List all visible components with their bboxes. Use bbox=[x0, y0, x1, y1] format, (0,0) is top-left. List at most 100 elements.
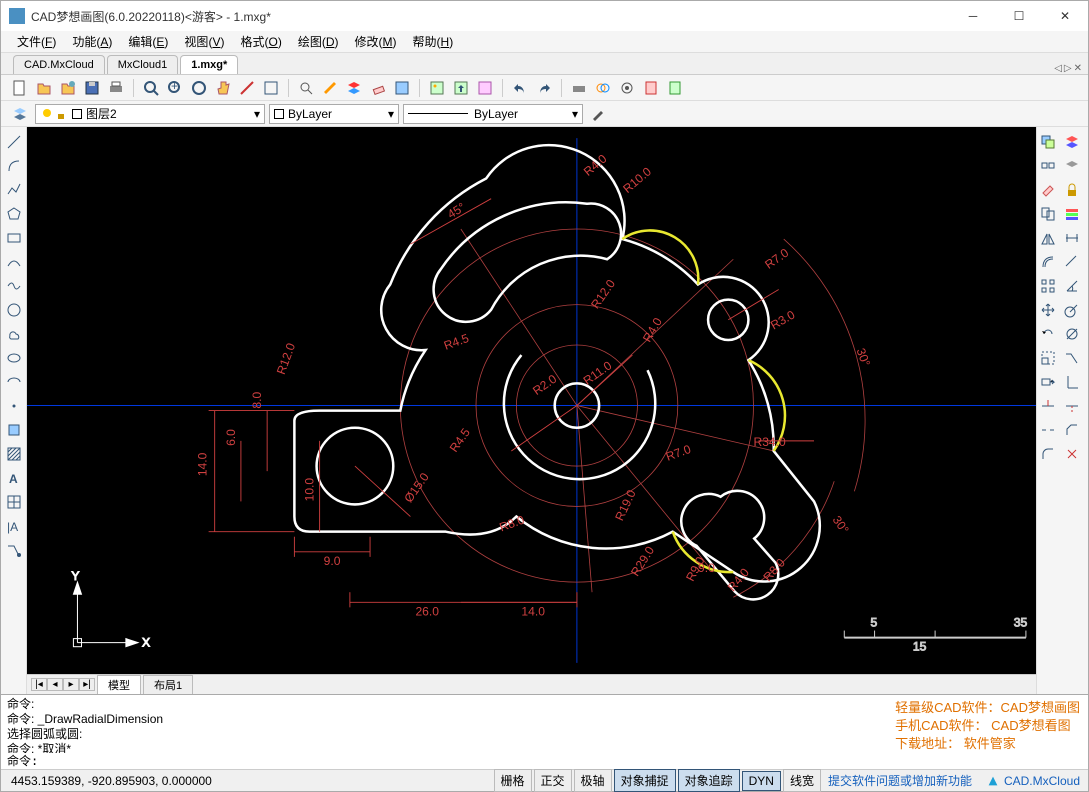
status-lwt[interactable]: 线宽 bbox=[783, 769, 821, 792]
text-icon[interactable]: A bbox=[3, 467, 25, 489]
circle-icon[interactable] bbox=[3, 299, 25, 321]
table-icon[interactable] bbox=[3, 491, 25, 513]
measure-dist-icon[interactable] bbox=[236, 77, 258, 99]
layer-all-icon[interactable] bbox=[1061, 203, 1083, 225]
model-tab[interactable]: 模型 bbox=[97, 675, 141, 695]
trim-icon[interactable] bbox=[1037, 395, 1059, 417]
cloud-icon[interactable] bbox=[3, 323, 25, 345]
brand-link[interactable]: CAD.MxCloud bbox=[978, 774, 1088, 788]
doc-tab-2[interactable]: 1.mxg* bbox=[180, 55, 238, 74]
command-input[interactable] bbox=[7, 753, 1082, 767]
copy-col-icon[interactable] bbox=[1037, 131, 1059, 153]
pan-icon[interactable] bbox=[212, 77, 234, 99]
menu-edit[interactable]: 编辑(E) bbox=[120, 31, 176, 52]
layer-lock-icon[interactable] bbox=[1061, 179, 1083, 201]
print-icon[interactable] bbox=[105, 77, 127, 99]
scale-icon[interactable] bbox=[1037, 347, 1059, 369]
zoom-in-icon[interactable]: + bbox=[164, 77, 186, 99]
match-properties-icon[interactable] bbox=[587, 103, 609, 125]
mirror-icon[interactable] bbox=[1037, 227, 1059, 249]
redo-icon[interactable] bbox=[533, 77, 555, 99]
tab-close[interactable]: ✕ bbox=[1074, 63, 1082, 74]
hatch-icon[interactable] bbox=[3, 443, 25, 465]
dim-leader-icon[interactable] bbox=[1061, 347, 1083, 369]
annotate-icon[interactable] bbox=[319, 77, 341, 99]
tab-nav-next[interactable]: ▷ bbox=[1064, 63, 1072, 74]
stretch-icon[interactable] bbox=[1037, 371, 1059, 393]
open-icon[interactable] bbox=[33, 77, 55, 99]
status-dyn[interactable]: DYN bbox=[742, 771, 781, 791]
linetype-select[interactable]: ByLayer ▾ bbox=[403, 104, 583, 124]
point-icon[interactable] bbox=[3, 395, 25, 417]
options-icon[interactable] bbox=[616, 77, 638, 99]
leader-icon[interactable] bbox=[3, 539, 25, 561]
layers-icon[interactable] bbox=[343, 77, 365, 99]
mtext-icon[interactable]: |A bbox=[3, 515, 25, 537]
doc-tab-0[interactable]: CAD.MxCloud bbox=[13, 55, 105, 74]
fillet-icon[interactable] bbox=[1037, 443, 1059, 465]
menu-help[interactable]: 帮助(H) bbox=[405, 31, 462, 52]
move2-icon[interactable] bbox=[1037, 299, 1059, 321]
break-icon[interactable] bbox=[1037, 419, 1059, 441]
layer-select[interactable]: 图层2 ▾ bbox=[35, 104, 265, 124]
tab-nav-prev[interactable]: ◁ bbox=[1054, 63, 1062, 74]
doc-tab-1[interactable]: MxCloud1 bbox=[107, 55, 179, 74]
compare-icon[interactable] bbox=[592, 77, 614, 99]
copy-icon[interactable] bbox=[1037, 203, 1059, 225]
new-icon[interactable] bbox=[9, 77, 31, 99]
ellipse-icon[interactable] bbox=[3, 347, 25, 369]
line-icon[interactable] bbox=[3, 131, 25, 153]
layer-pal-icon[interactable] bbox=[1061, 131, 1083, 153]
mtab-last[interactable]: ▸| bbox=[79, 678, 95, 691]
save-icon[interactable] bbox=[81, 77, 103, 99]
erase2-icon[interactable] bbox=[1037, 179, 1059, 201]
menu-view[interactable]: 视图(V) bbox=[176, 31, 232, 52]
rotate-icon[interactable] bbox=[1037, 323, 1059, 345]
properties-icon[interactable] bbox=[391, 77, 413, 99]
dim-linear-icon[interactable] bbox=[1061, 227, 1083, 249]
erase-icon[interactable] bbox=[367, 77, 389, 99]
polyline-icon[interactable] bbox=[3, 179, 25, 201]
arc3p-icon[interactable] bbox=[3, 251, 25, 273]
extend-icon[interactable] bbox=[1061, 395, 1083, 417]
status-grid[interactable]: 栅格 bbox=[494, 769, 532, 792]
find-icon[interactable] bbox=[295, 77, 317, 99]
status-ortho[interactable]: 正交 bbox=[534, 769, 572, 792]
color-select[interactable]: ByLayer ▾ bbox=[269, 104, 399, 124]
offset-icon[interactable] bbox=[1037, 251, 1059, 273]
batch-print-icon[interactable] bbox=[568, 77, 590, 99]
chamfer-icon[interactable] bbox=[1061, 419, 1083, 441]
minimize-button[interactable]: ─ bbox=[950, 1, 996, 31]
pdf-export-icon[interactable] bbox=[640, 77, 662, 99]
mtab-prev[interactable]: ◂ bbox=[47, 678, 63, 691]
layer-manager-icon[interactable] bbox=[9, 103, 31, 125]
explode-icon[interactable] bbox=[1061, 443, 1083, 465]
undo-icon[interactable] bbox=[509, 77, 531, 99]
polygon-icon[interactable] bbox=[3, 203, 25, 225]
spline-icon[interactable] bbox=[3, 275, 25, 297]
dim-aligned-icon[interactable] bbox=[1061, 251, 1083, 273]
array-icon[interactable] bbox=[1037, 275, 1059, 297]
layer-off-icon[interactable] bbox=[1061, 155, 1083, 177]
zoom-window-icon[interactable] bbox=[140, 77, 162, 99]
mtab-first[interactable]: |◂ bbox=[31, 678, 47, 691]
image-icon[interactable] bbox=[426, 77, 448, 99]
mtab-next[interactable]: ▸ bbox=[63, 678, 79, 691]
block-insert-icon[interactable] bbox=[3, 419, 25, 441]
maximize-button[interactable]: ☐ bbox=[996, 1, 1042, 31]
drawing-canvas[interactable]: 14.0 6.0 8.0 10.0 9.0 9.0 26.0 14.0 45° … bbox=[27, 127, 1036, 674]
measure-area-icon[interactable] bbox=[260, 77, 282, 99]
rect-icon[interactable] bbox=[3, 227, 25, 249]
export-image-icon[interactable] bbox=[450, 77, 472, 99]
dim-radius-icon[interactable] bbox=[1061, 299, 1083, 321]
dim-angular-icon[interactable] bbox=[1061, 275, 1083, 297]
move-icon[interactable] bbox=[1037, 155, 1059, 177]
layout-tab[interactable]: 布局1 bbox=[143, 675, 193, 695]
feedback-link[interactable]: 提交软件问题或增加新功能 bbox=[822, 772, 978, 789]
zoom-extents-icon[interactable] bbox=[188, 77, 210, 99]
status-otrack[interactable]: 对象追踪 bbox=[678, 769, 740, 792]
menu-file[interactable]: 文件(F) bbox=[9, 31, 64, 52]
ellipse-arc-icon[interactable] bbox=[3, 371, 25, 393]
status-osnap[interactable]: 对象捕捉 bbox=[614, 769, 676, 792]
menu-modify[interactable]: 修改(M) bbox=[347, 31, 405, 52]
